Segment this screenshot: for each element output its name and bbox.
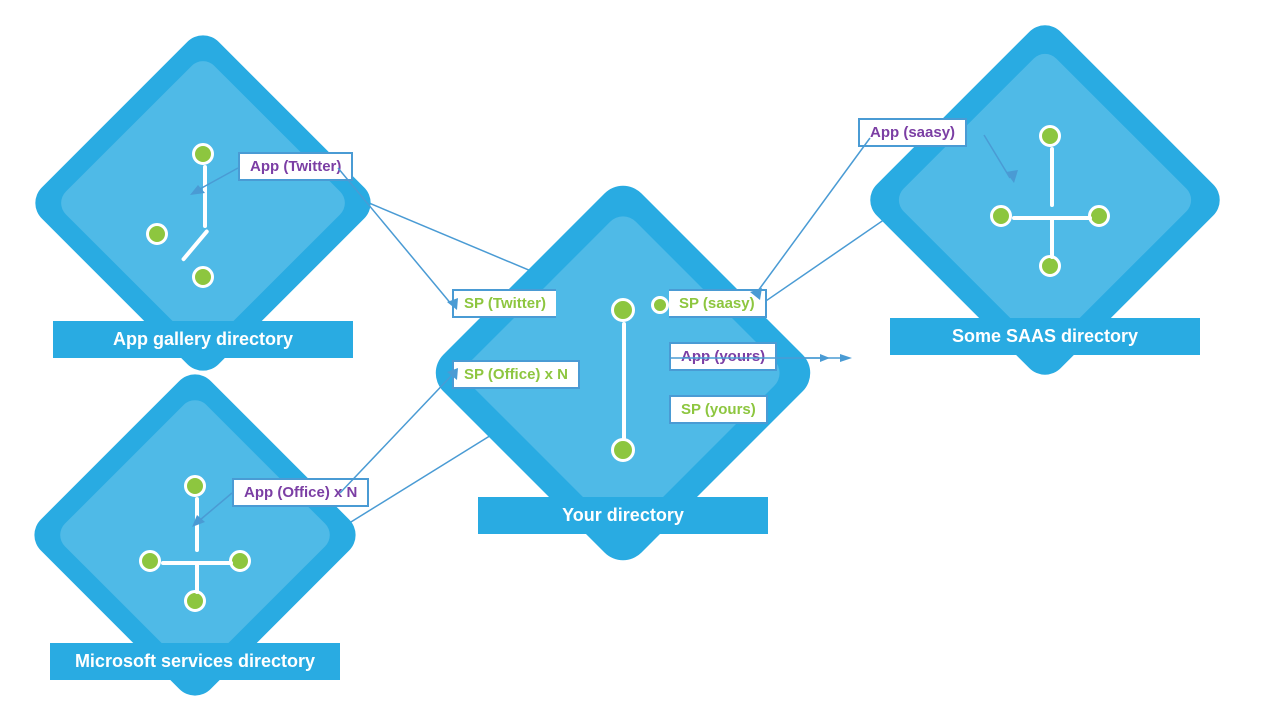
- junction-dot: [651, 296, 669, 314]
- sp-office-annotation: SP (Office) x N: [452, 360, 580, 389]
- app-yours-annotation: App (yours): [669, 342, 777, 371]
- sp-twitter-annotation: SP (Twitter): [452, 289, 556, 318]
- node-left: [139, 550, 161, 572]
- node-left: [146, 223, 168, 245]
- node-left: [990, 205, 1012, 227]
- microsoft-directory: Microsoft services directory: [60, 400, 330, 670]
- app-office-annotation: App (Office) x N: [232, 478, 369, 507]
- app-gallery-label: App gallery directory: [53, 321, 353, 358]
- sp-saasy-annotation: SP (saasy): [669, 289, 767, 318]
- saas-directory: Some SAAS directory: [900, 55, 1190, 345]
- node-top: [184, 475, 206, 497]
- node-bottom: [192, 266, 214, 288]
- node-top: [611, 298, 635, 322]
- saas-label: Some SAAS directory: [890, 318, 1200, 355]
- node-bottom: [611, 438, 635, 462]
- app-twitter-annotation: App (Twitter): [238, 152, 353, 181]
- your-directory-label: Your directory: [478, 497, 768, 534]
- node-top: [192, 143, 214, 165]
- microsoft-label: Microsoft services directory: [50, 643, 340, 680]
- node-top: [1039, 125, 1061, 147]
- sp-yours-annotation: SP (yours): [669, 395, 768, 424]
- app-gallery-directory: App gallery directory: [58, 58, 348, 348]
- app-saasy-annotation: App (saasy): [858, 118, 967, 147]
